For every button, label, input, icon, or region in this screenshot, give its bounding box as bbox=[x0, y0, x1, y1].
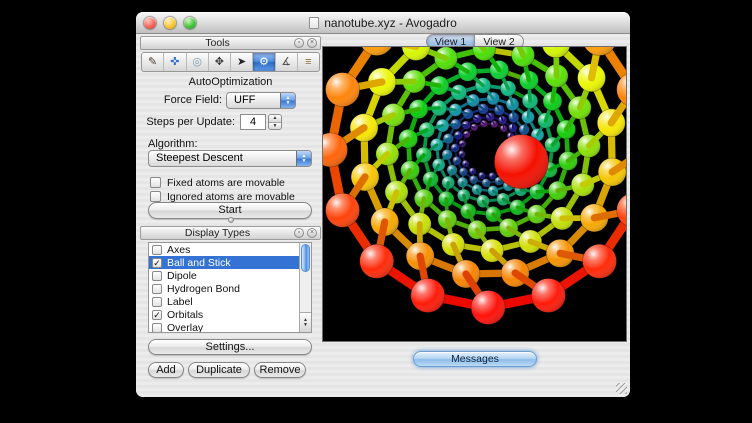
measure-tool-button[interactable]: ∡ bbox=[276, 53, 298, 71]
add-button[interactable]: Add bbox=[148, 362, 184, 378]
remove-button[interactable]: Remove bbox=[254, 362, 306, 378]
display-type-label: Label bbox=[167, 296, 193, 308]
bond-centric-tool-button[interactable]: ◎ bbox=[187, 53, 209, 71]
tools-panel-float-button[interactable]: ▫ bbox=[294, 38, 304, 48]
checkbox-unchecked-icon[interactable] bbox=[152, 245, 162, 255]
window-titlebar[interactable]: nanotube.xyz - Avogadro bbox=[136, 12, 630, 34]
dropdown-arrows-icon: ▲ ▼ bbox=[296, 151, 311, 166]
steps-per-update-label: Steps per Update: bbox=[140, 114, 235, 131]
scrollbar-thumb[interactable] bbox=[301, 244, 310, 272]
bond-centric-icon: ◎ bbox=[192, 57, 202, 68]
settings-button[interactable]: Settings... bbox=[148, 339, 312, 355]
autooptimization-title: AutoOptimization bbox=[140, 76, 321, 88]
align-tool-button[interactable]: ≡ bbox=[298, 53, 319, 71]
display-panel-float-button[interactable]: ▫ bbox=[294, 228, 304, 238]
selection-icon: ➤ bbox=[237, 57, 246, 68]
display-type-row-overlay[interactable]: Overlay bbox=[149, 321, 299, 333]
algorithm-value: Steepest Descent bbox=[156, 152, 243, 164]
auto-optimize-icon: ⚙ bbox=[259, 57, 269, 68]
display-type-label: Overlay bbox=[167, 322, 203, 334]
checkbox-checked-icon[interactable]: ✓ bbox=[152, 310, 162, 320]
checkbox-unchecked-icon[interactable] bbox=[152, 323, 162, 333]
checkbox-unchecked-icon[interactable] bbox=[150, 191, 161, 202]
display-types-panel-title: Display Types bbox=[141, 227, 294, 239]
document-icon bbox=[309, 17, 319, 29]
window-content: Tools ▫ × ✎ ✜ ◎ ✥ ➤ ⚙ ∡ ≡ AutoOptimization Forc… bbox=[136, 34, 630, 397]
dock-splitter-handle[interactable] bbox=[140, 217, 321, 223]
checkbox-checked-icon[interactable]: ✓ bbox=[152, 258, 162, 268]
display-type-label: Dipole bbox=[167, 270, 197, 282]
manipulate-icon: ✥ bbox=[215, 57, 224, 68]
stepper-up-button[interactable]: ▲ bbox=[269, 115, 281, 123]
duplicate-button[interactable]: Duplicate bbox=[188, 362, 250, 378]
display-type-row-dipole[interactable]: Dipole bbox=[149, 269, 299, 282]
force-field-dropdown[interactable]: UFF ▲ ▼ bbox=[226, 92, 296, 109]
display-type-label: Orbitals bbox=[167, 309, 203, 321]
auto-optimize-tool-button[interactable]: ⚙ bbox=[253, 53, 275, 71]
checkbox-unchecked-icon[interactable] bbox=[152, 297, 162, 307]
scroll-down-button[interactable]: ▼ bbox=[303, 323, 308, 328]
checkbox-unchecked-icon[interactable] bbox=[152, 271, 162, 281]
measure-icon: ∡ bbox=[281, 57, 291, 68]
display-type-label: Axes bbox=[167, 244, 190, 256]
display-type-row-label[interactable]: Label bbox=[149, 295, 299, 308]
steps-per-update-field[interactable]: 4 bbox=[240, 114, 266, 130]
selection-tool-button[interactable]: ➤ bbox=[231, 53, 253, 71]
navigate-tool-button[interactable]: ✜ bbox=[164, 53, 186, 71]
draw-icon: ✎ bbox=[148, 57, 157, 68]
force-field-value: UFF bbox=[234, 94, 255, 106]
resize-grip[interactable] bbox=[616, 383, 627, 394]
display-types-list-rows: Axes ✓ Ball and StickDipoleHydrogen BondLa… bbox=[149, 243, 299, 332]
display-type-row-axes[interactable]: Axes bbox=[149, 243, 299, 256]
nanotube-molecule-render[interactable] bbox=[323, 47, 626, 341]
dropdown-arrows-icon: ▲ ▼ bbox=[280, 93, 295, 108]
tool-strip: ✎ ✜ ◎ ✥ ➤ ⚙ ∡ ≡ bbox=[141, 52, 320, 72]
display-types-panel-header[interactable]: Display Types ▫ × bbox=[140, 226, 321, 240]
scrollbar-arrows: ▲ ▼ bbox=[300, 312, 311, 332]
down-arrow-icon: ▼ bbox=[286, 101, 291, 106]
display-types-list: Axes ✓ Ball and StickDipoleHydrogen BondLa… bbox=[148, 242, 312, 333]
display-type-label: Hydrogen Bond bbox=[167, 283, 240, 295]
checkbox-unchecked-icon[interactable] bbox=[152, 284, 162, 294]
window-title-text: nanotube.xyz - Avogadro bbox=[324, 16, 457, 30]
down-arrow-icon: ▼ bbox=[302, 159, 307, 164]
display-type-label: Ball and Stick bbox=[167, 257, 231, 269]
tools-panel-header[interactable]: Tools ▫ × bbox=[140, 36, 321, 50]
tools-panel-title: Tools bbox=[141, 37, 294, 49]
messages-button[interactable]: Messages bbox=[413, 351, 537, 367]
display-type-row-ball-and-stick[interactable]: ✓ Ball and Stick bbox=[149, 256, 299, 269]
avogadro-window: nanotube.xyz - Avogadro Tools ▫ × ✎ ✜ ◎ ✥ ➤ ⚙… bbox=[136, 12, 630, 397]
desktop-background: nanotube.xyz - Avogadro Tools ▫ × ✎ ✜ ◎ ✥ ➤ ⚙… bbox=[0, 0, 752, 423]
tools-panel-close-button[interactable]: × bbox=[307, 38, 317, 48]
draw-tool-button[interactable]: ✎ bbox=[142, 53, 164, 71]
manipulate-tool-button[interactable]: ✥ bbox=[209, 53, 231, 71]
fixed-atoms-checkbox-row[interactable]: Fixed atoms are movable bbox=[150, 173, 285, 186]
steps-stepper: ▲ ▼ bbox=[268, 114, 282, 130]
navigate-icon: ✜ bbox=[170, 57, 179, 68]
display-panel-close-button[interactable]: × bbox=[307, 228, 317, 238]
left-dock: Tools ▫ × ✎ ✜ ◎ ✥ ➤ ⚙ ∡ ≡ AutoOptimization Forc… bbox=[140, 36, 321, 394]
gl-viewport[interactable] bbox=[322, 46, 627, 342]
display-type-row-hydrogen-bond[interactable]: Hydrogen Bond bbox=[149, 282, 299, 295]
scrollbar[interactable]: ▲ ▼ bbox=[299, 243, 311, 332]
ignored-atoms-checkbox-row[interactable]: Ignored atoms are movable bbox=[150, 187, 295, 200]
stepper-down-button[interactable]: ▼ bbox=[269, 123, 281, 130]
window-title: nanotube.xyz - Avogadro bbox=[136, 12, 630, 34]
algorithm-dropdown[interactable]: Steepest Descent ▲ ▼ bbox=[148, 150, 312, 167]
force-field-label: Force Field: bbox=[140, 92, 222, 109]
display-type-row-orbitals[interactable]: ✓ Orbitals bbox=[149, 308, 299, 321]
align-icon: ≡ bbox=[305, 57, 311, 68]
